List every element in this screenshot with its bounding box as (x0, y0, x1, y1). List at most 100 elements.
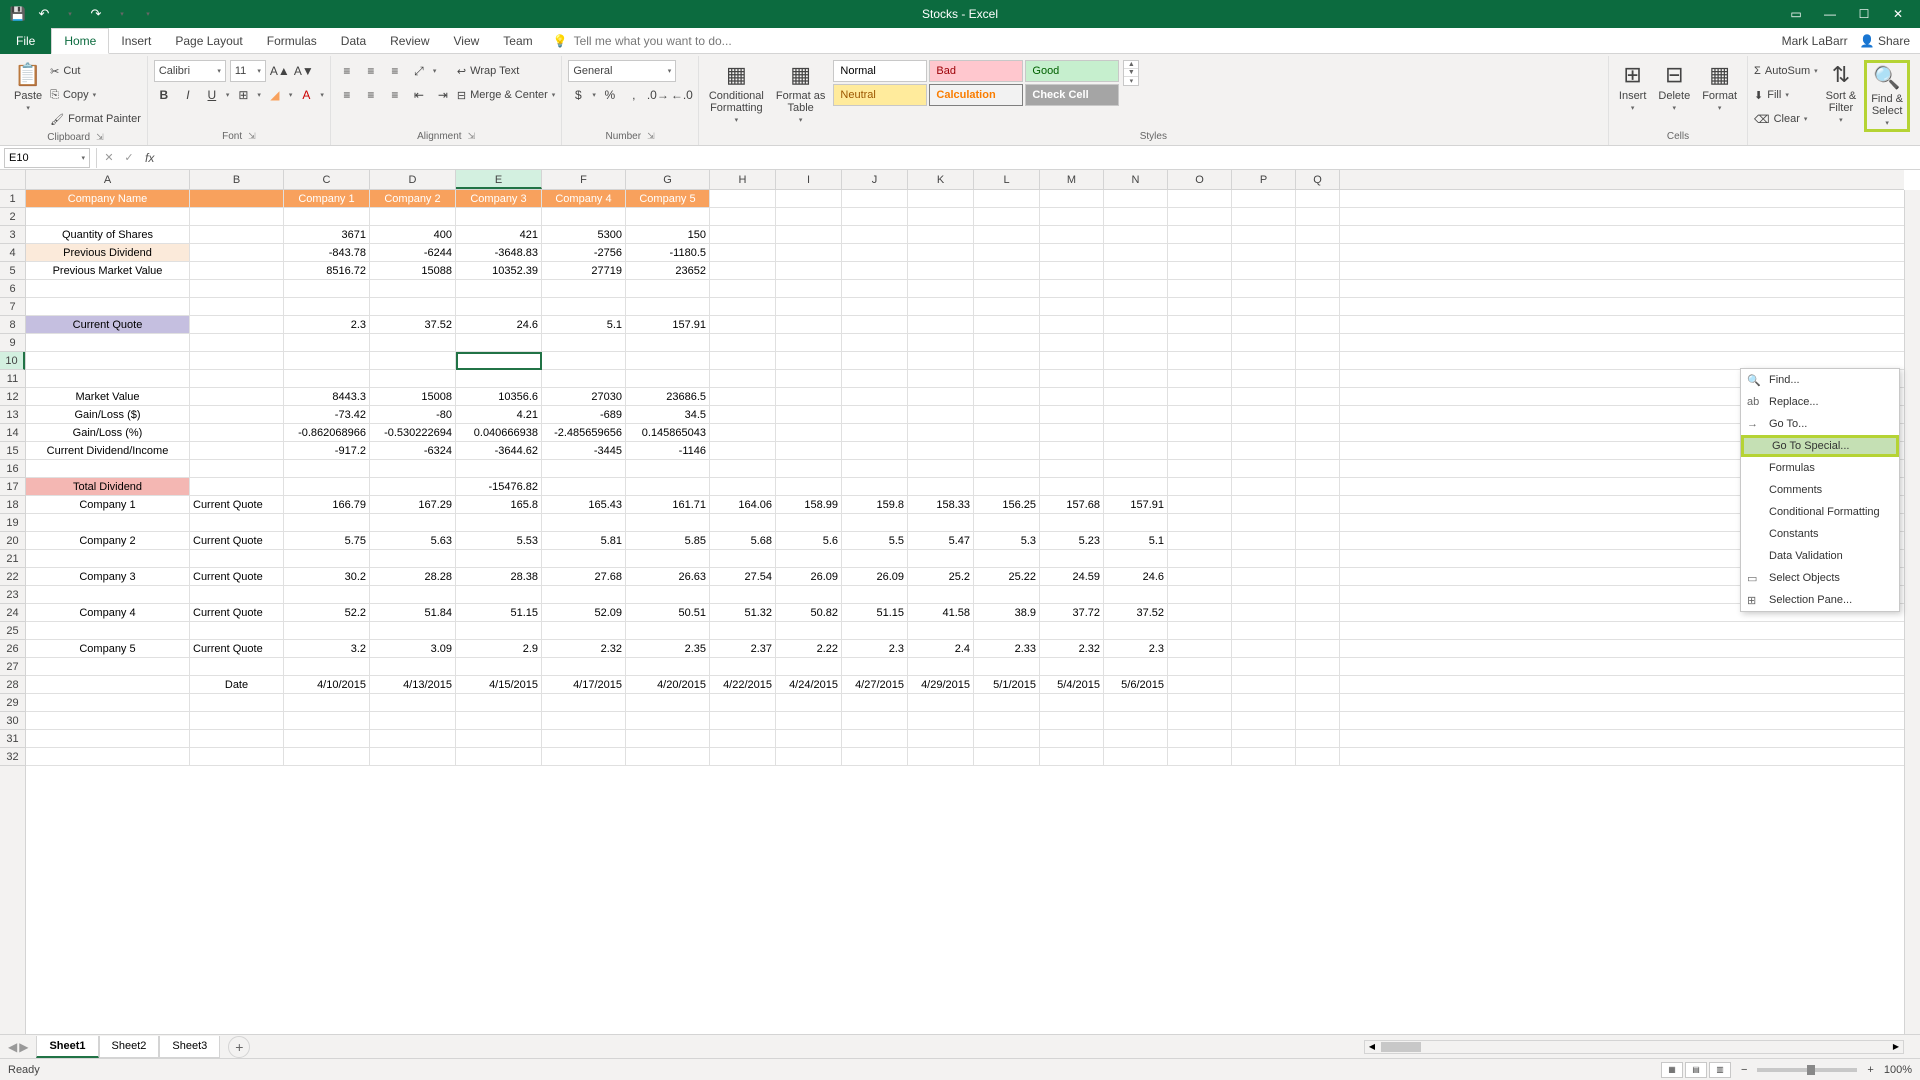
cell-F19[interactable] (542, 514, 626, 531)
tell-me-search[interactable]: 💡 Tell me what you want to do... (553, 34, 732, 48)
cell-E16[interactable] (456, 460, 542, 477)
cell-K21[interactable] (908, 550, 974, 567)
cell-P2[interactable] (1232, 208, 1296, 225)
clipboard-launcher-icon[interactable]: ⇲ (96, 132, 104, 143)
cell-L30[interactable] (974, 712, 1040, 729)
hscroll-left-icon[interactable]: ◀ (1365, 1042, 1379, 1051)
cell-M11[interactable] (1040, 370, 1104, 387)
decrease-decimal-icon[interactable]: ←.0 (672, 85, 692, 105)
cell-G7[interactable] (626, 298, 710, 315)
cell-H11[interactable] (710, 370, 776, 387)
cell-I32[interactable] (776, 748, 842, 765)
cell-O18[interactable] (1168, 496, 1232, 513)
maximize-icon[interactable]: ☐ (1850, 2, 1878, 26)
cell-C13[interactable]: -73.42 (284, 406, 370, 423)
cell-P30[interactable] (1232, 712, 1296, 729)
fill-color-icon[interactable]: ◢ (265, 85, 285, 105)
cell-B16[interactable] (190, 460, 284, 477)
cell-H1[interactable] (710, 190, 776, 207)
cell-O21[interactable] (1168, 550, 1232, 567)
cell-I27[interactable] (776, 658, 842, 675)
cell-M5[interactable] (1040, 262, 1104, 279)
cell-F1[interactable]: Company 4 (542, 190, 626, 207)
cell-F22[interactable]: 27.68 (542, 568, 626, 585)
cell-F26[interactable]: 2.32 (542, 640, 626, 657)
cell-K3[interactable] (908, 226, 974, 243)
cell-L16[interactable] (974, 460, 1040, 477)
cell-Q23[interactable] (1296, 586, 1340, 603)
cell-G16[interactable] (626, 460, 710, 477)
menu-formulas[interactable]: Formulas (1741, 457, 1899, 479)
cell-G11[interactable] (626, 370, 710, 387)
cell-O9[interactable] (1168, 334, 1232, 351)
row-header-20[interactable]: 20 (0, 532, 25, 550)
cell-G12[interactable]: 23686.5 (626, 388, 710, 405)
cell-D17[interactable] (370, 478, 456, 495)
cell-H12[interactable] (710, 388, 776, 405)
cell-K20[interactable]: 5.47 (908, 532, 974, 549)
cell-K5[interactable] (908, 262, 974, 279)
cell-K9[interactable] (908, 334, 974, 351)
cell-Q1[interactable] (1296, 190, 1340, 207)
col-header-K[interactable]: K (908, 170, 974, 189)
cell-J23[interactable] (842, 586, 908, 603)
menu-replace[interactable]: abReplace... (1741, 391, 1899, 413)
increase-decimal-icon[interactable]: .0→ (648, 85, 668, 105)
cell-L2[interactable] (974, 208, 1040, 225)
cell-I15[interactable] (776, 442, 842, 459)
row-header-13[interactable]: 13 (0, 406, 25, 424)
cell-Q6[interactable] (1296, 280, 1340, 297)
cell-F30[interactable] (542, 712, 626, 729)
cell-I30[interactable] (776, 712, 842, 729)
cell-F28[interactable]: 4/17/2015 (542, 676, 626, 693)
cell-H32[interactable] (710, 748, 776, 765)
cell-A31[interactable] (26, 730, 190, 747)
cell-B31[interactable] (190, 730, 284, 747)
cell-B6[interactable] (190, 280, 284, 297)
cell-M25[interactable] (1040, 622, 1104, 639)
cell-E11[interactable] (456, 370, 542, 387)
zoom-thumb[interactable] (1807, 1065, 1815, 1075)
paste-button[interactable]: 📋 Paste ▾ (10, 60, 46, 114)
cell-A29[interactable] (26, 694, 190, 711)
cell-F8[interactable]: 5.1 (542, 316, 626, 333)
cell-K8[interactable] (908, 316, 974, 333)
hscroll-right-icon[interactable]: ▶ (1889, 1042, 1903, 1051)
cell-P16[interactable] (1232, 460, 1296, 477)
cell-N18[interactable]: 157.91 (1104, 496, 1168, 513)
cell-G32[interactable] (626, 748, 710, 765)
border-icon[interactable]: ⊞ (233, 85, 253, 105)
cell-F3[interactable]: 5300 (542, 226, 626, 243)
cell-E26[interactable]: 2.9 (456, 640, 542, 657)
cell-H27[interactable] (710, 658, 776, 675)
cell-Q11[interactable] (1296, 370, 1340, 387)
cell-A7[interactable] (26, 298, 190, 315)
cell-L22[interactable]: 25.22 (974, 568, 1040, 585)
wrap-text-button[interactable]: ↩Wrap Text (457, 60, 555, 82)
cell-B4[interactable] (190, 244, 284, 261)
col-header-C[interactable]: C (284, 170, 370, 189)
cell-G2[interactable] (626, 208, 710, 225)
cell-N30[interactable] (1104, 712, 1168, 729)
cell-G1[interactable]: Company 5 (626, 190, 710, 207)
font-name-select[interactable]: Calibri▾ (154, 60, 226, 82)
cell-F15[interactable]: -3445 (542, 442, 626, 459)
cell-M28[interactable]: 5/4/2015 (1040, 676, 1104, 693)
cell-P13[interactable] (1232, 406, 1296, 423)
cell-B18[interactable]: Current Quote (190, 496, 284, 513)
cell-E32[interactable] (456, 748, 542, 765)
increase-font-icon[interactable]: A▲ (270, 61, 290, 81)
font-size-select[interactable]: 11▾ (230, 60, 266, 82)
cell-H13[interactable] (710, 406, 776, 423)
cell-Q9[interactable] (1296, 334, 1340, 351)
cell-Q21[interactable] (1296, 550, 1340, 567)
cell-I29[interactable] (776, 694, 842, 711)
cell-L7[interactable] (974, 298, 1040, 315)
cell-Q3[interactable] (1296, 226, 1340, 243)
redo-icon[interactable]: ↷ (84, 2, 108, 26)
cell-L5[interactable] (974, 262, 1040, 279)
row-header-10[interactable]: 10 (0, 352, 25, 370)
cell-G18[interactable]: 161.71 (626, 496, 710, 513)
cell-H10[interactable] (710, 352, 776, 369)
tab-page-layout[interactable]: Page Layout (163, 28, 254, 54)
